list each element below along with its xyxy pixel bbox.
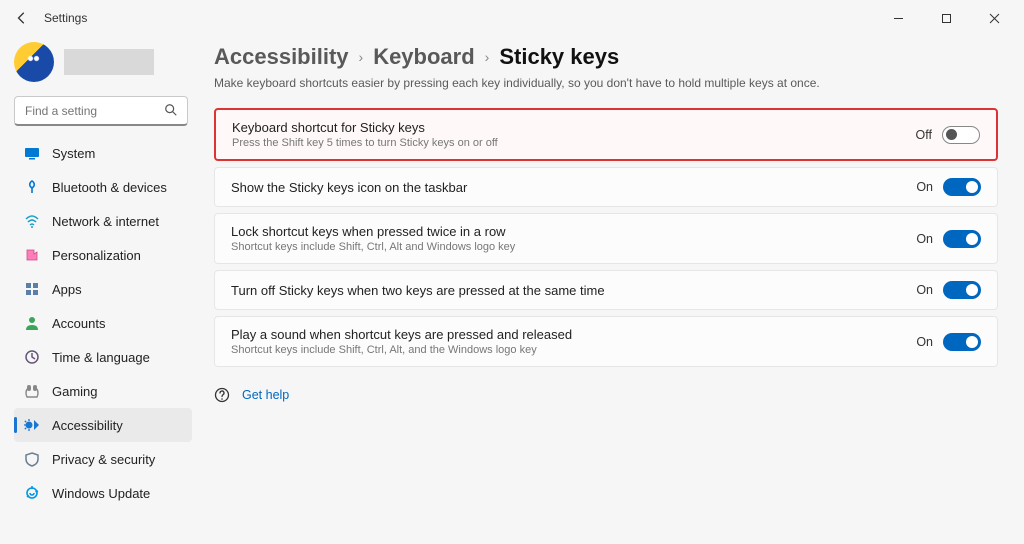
window-controls <box>876 3 1016 33</box>
profile-name-placeholder <box>64 49 154 75</box>
setting-row: Lock shortcut keys when pressed twice in… <box>214 213 998 264</box>
personalization-icon <box>24 247 40 263</box>
privacy-security-icon <box>24 451 40 467</box>
nav-list: System Bluetooth & devices Network & inter… <box>14 136 192 510</box>
setting-title: Keyboard shortcut for Sticky keys <box>232 120 916 135</box>
setting-title: Play a sound when shortcut keys are pres… <box>231 327 916 342</box>
toggle-switch[interactable] <box>942 126 980 144</box>
setting-description: Press the Shift key 5 times to turn Stic… <box>232 137 916 149</box>
setting-row: Play a sound when shortcut keys are pres… <box>214 316 998 367</box>
toggle-state-label: On <box>916 232 933 246</box>
page-title: Sticky keys <box>499 44 619 70</box>
sidebar-item-label: Privacy & security <box>52 452 155 467</box>
toggle-state-label: On <box>916 180 933 194</box>
setting-title: Show the Sticky keys icon on the taskbar <box>231 180 916 195</box>
search-input[interactable] <box>14 96 188 126</box>
close-icon <box>989 13 1000 24</box>
sidebar-item-privacy-security[interactable]: Privacy & security <box>14 442 192 476</box>
sidebar-item-label: Gaming <box>52 384 98 399</box>
sidebar-item-windows-update[interactable]: Windows Update <box>14 476 192 510</box>
toggle-state-label: Off <box>916 128 932 142</box>
arrow-left-icon <box>15 11 29 25</box>
bluetooth-devices-icon <box>24 179 40 195</box>
setting-title: Turn off Sticky keys when two keys are p… <box>231 283 916 298</box>
help-icon <box>214 387 230 403</box>
setting-row: Show the Sticky keys icon on the taskbar… <box>214 167 998 207</box>
time-language-icon <box>24 349 40 365</box>
sidebar-item-label: Time & language <box>52 350 150 365</box>
setting-row: Turn off Sticky keys when two keys are p… <box>214 270 998 310</box>
breadcrumb: Accessibility › Keyboard › Sticky keys <box>214 44 998 70</box>
maximize-icon <box>941 13 952 24</box>
sidebar-item-label: Accessibility <box>52 418 123 433</box>
sidebar-item-time-language[interactable]: Time & language <box>14 340 192 374</box>
titlebar: Settings <box>0 0 1024 36</box>
profile-block[interactable] <box>14 42 192 82</box>
toggle-switch[interactable] <box>943 230 981 248</box>
sidebar-item-label: Network & internet <box>52 214 159 229</box>
chevron-right-icon: › <box>485 49 490 65</box>
gaming-icon <box>24 383 40 399</box>
toggle-state-label: On <box>916 283 933 297</box>
sidebar-item-label: Accounts <box>52 316 105 331</box>
accessibility-icon <box>24 417 40 433</box>
network-internet-icon <box>24 213 40 229</box>
breadcrumb-accessibility[interactable]: Accessibility <box>214 44 349 70</box>
sidebar: System Bluetooth & devices Network & inter… <box>0 36 200 544</box>
sidebar-item-apps[interactable]: Apps <box>14 272 192 306</box>
maximize-button[interactable] <box>924 3 968 33</box>
accounts-icon <box>24 315 40 331</box>
setting-title: Lock shortcut keys when pressed twice in… <box>231 224 916 239</box>
breadcrumb-keyboard[interactable]: Keyboard <box>373 44 474 70</box>
sidebar-item-personalization[interactable]: Personalization <box>14 238 192 272</box>
sidebar-item-bluetooth-devices[interactable]: Bluetooth & devices <box>14 170 192 204</box>
setting-row: Keyboard shortcut for Sticky keys Press t… <box>214 108 998 161</box>
apps-icon <box>24 281 40 297</box>
page-subtitle: Make keyboard shortcuts easier by pressi… <box>214 76 998 90</box>
sidebar-item-accessibility[interactable]: Accessibility <box>14 408 192 442</box>
toggle-state-label: On <box>916 335 933 349</box>
back-button[interactable] <box>8 4 36 32</box>
sidebar-item-label: Windows Update <box>52 486 150 501</box>
setting-description: Shortcut keys include Shift, Ctrl, Alt a… <box>231 241 916 253</box>
avatar <box>14 42 54 82</box>
sidebar-item-label: Apps <box>52 282 82 297</box>
search-icon <box>164 103 178 117</box>
toggle-switch[interactable] <box>943 281 981 299</box>
setting-description: Shortcut keys include Shift, Ctrl, Alt, … <box>231 344 916 356</box>
sidebar-item-label: System <box>52 146 95 161</box>
sidebar-item-label: Personalization <box>52 248 141 263</box>
toggle-switch[interactable] <box>943 178 981 196</box>
system-icon <box>24 145 40 161</box>
sidebar-item-system[interactable]: System <box>14 136 192 170</box>
toggle-switch[interactable] <box>943 333 981 351</box>
sidebar-item-accounts[interactable]: Accounts <box>14 306 192 340</box>
main-content: Accessibility › Keyboard › Sticky keys M… <box>200 36 1024 544</box>
minimize-button[interactable] <box>876 3 920 33</box>
windows-update-icon <box>24 485 40 501</box>
sidebar-item-label: Bluetooth & devices <box>52 180 167 195</box>
close-button[interactable] <box>972 3 1016 33</box>
sidebar-item-network-internet[interactable]: Network & internet <box>14 204 192 238</box>
sidebar-item-gaming[interactable]: Gaming <box>14 374 192 408</box>
search-box <box>14 96 192 126</box>
help-row: Get help <box>214 387 998 403</box>
chevron-right-icon: › <box>359 49 364 65</box>
minimize-icon <box>893 13 904 24</box>
window-title: Settings <box>44 11 87 25</box>
get-help-link[interactable]: Get help <box>242 388 289 402</box>
